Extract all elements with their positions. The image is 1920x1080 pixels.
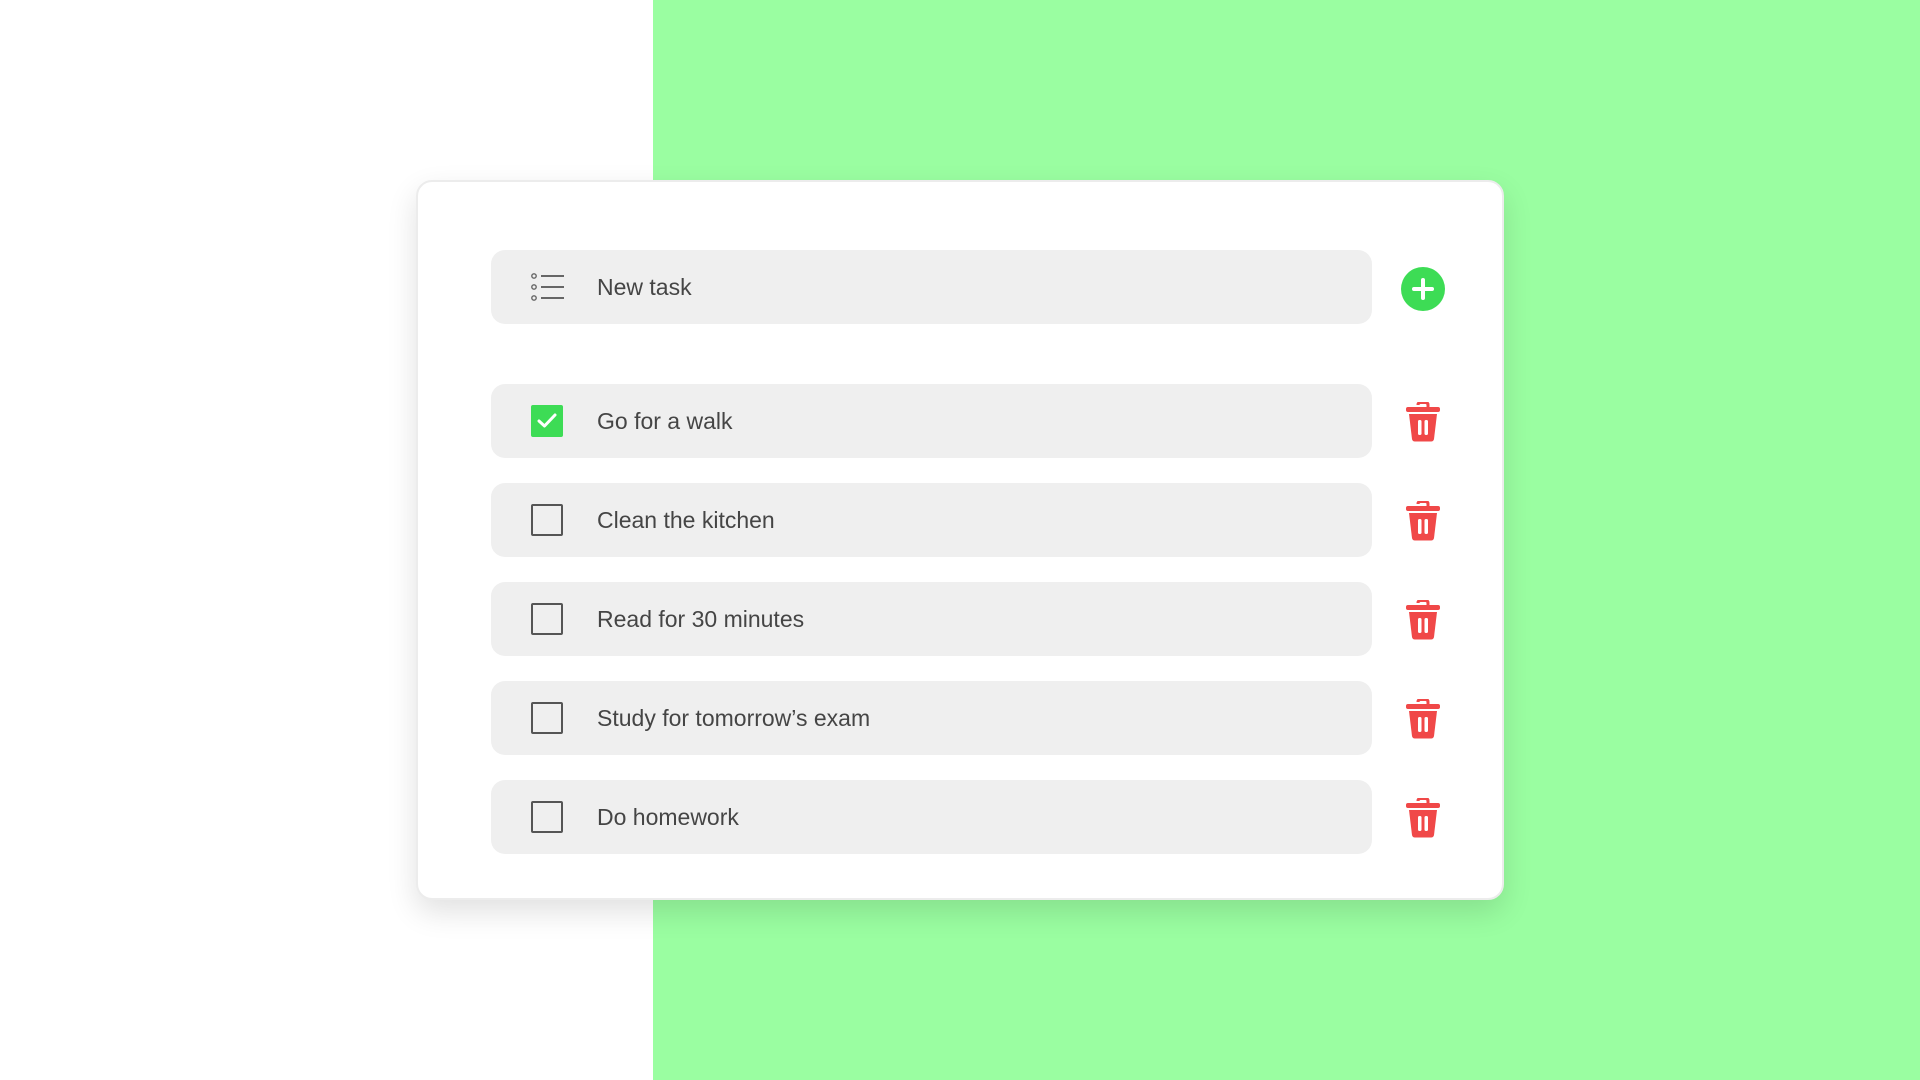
task-row: Study for tomorrow’s exam [491, 681, 1372, 755]
task-row: Do homework [491, 780, 1372, 854]
task-label: Go for a walk [597, 408, 733, 434]
task-checkbox[interactable] [531, 702, 563, 734]
task-row: Go for a walk [491, 384, 1372, 458]
trash-icon[interactable] [1405, 798, 1441, 838]
checkmark-icon [537, 413, 557, 428]
task-row: Clean the kitchen [491, 483, 1372, 557]
task-label: Study for tomorrow’s exam [597, 705, 871, 731]
new-task-input[interactable]: New task [491, 250, 1372, 324]
task-label: Clean the kitchen [597, 507, 775, 533]
task-checkbox[interactable] [531, 504, 563, 536]
task-checkbox[interactable] [531, 603, 563, 635]
trash-icon[interactable] [1405, 402, 1441, 442]
todo-card: New task Go for a walk Clean the kitchen [416, 180, 1504, 900]
trash-icon[interactable] [1405, 501, 1441, 541]
task-checkbox[interactable] [531, 801, 563, 833]
add-task-button[interactable] [1401, 267, 1445, 311]
trash-icon[interactable] [1405, 600, 1441, 640]
trash-icon[interactable] [1405, 699, 1441, 739]
task-row: Read for 30 minutes [491, 582, 1372, 656]
list-icon [531, 273, 564, 301]
task-label: Do homework [597, 804, 739, 830]
task-label: Read for 30 minutes [597, 606, 805, 632]
new-task-placeholder: New task [597, 274, 692, 300]
task-checkbox[interactable] [531, 405, 563, 437]
plus-icon [1412, 278, 1434, 300]
